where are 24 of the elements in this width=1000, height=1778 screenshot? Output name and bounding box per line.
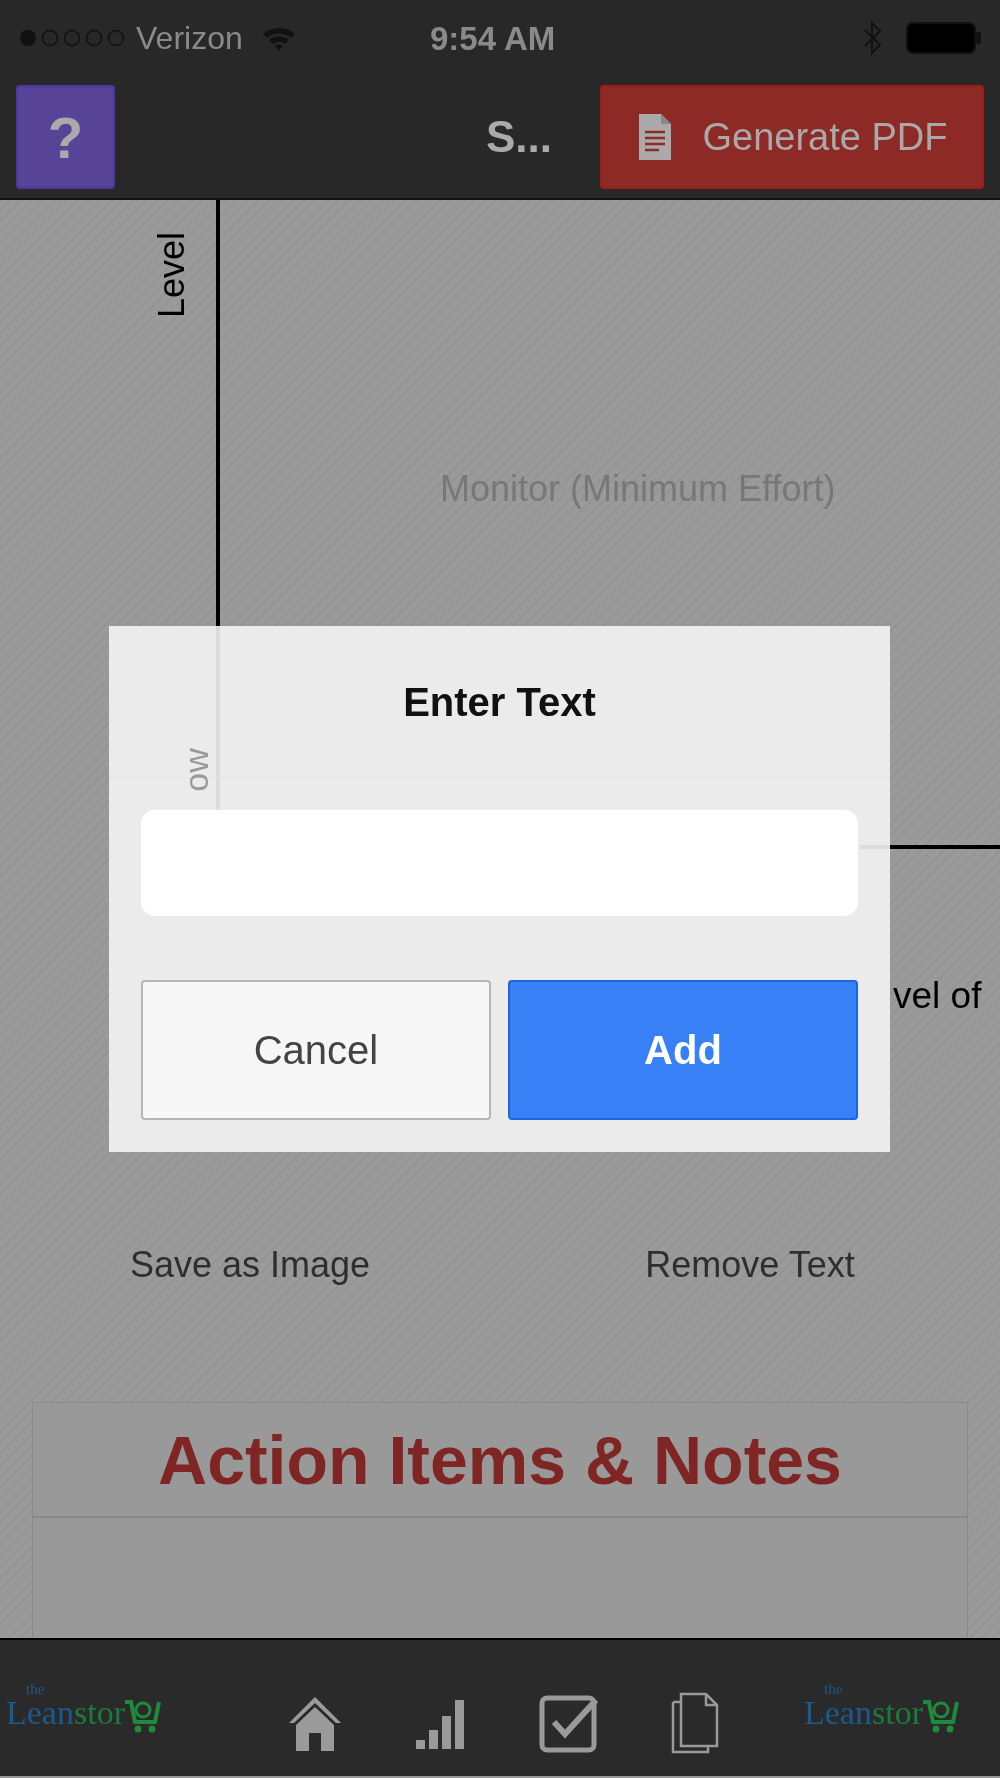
generate-pdf-button[interactable]: Generate PDF (600, 85, 984, 189)
logo-text: stor (73, 1696, 125, 1730)
action-link[interactable]: Remove Text (645, 1244, 855, 1285)
dialog-title: Enter Text (403, 678, 596, 726)
text-input-field[interactable] (141, 810, 858, 916)
add-button[interactable]: Add (508, 980, 858, 1120)
axis-label: vel of (893, 974, 982, 1018)
axis-label: ow (178, 747, 214, 794)
card-title: Action Items & Notes (158, 1420, 842, 1500)
battery-icon (906, 21, 982, 55)
logo-text: Lean (6, 1696, 74, 1730)
action-link[interactable]: Save as Image (129, 1244, 371, 1285)
page-title: S... (485, 111, 552, 163)
logo-text: stor (871, 1696, 923, 1730)
document-icon (636, 112, 673, 162)
help-button[interactable]: ? (16, 85, 115, 189)
cancel-button[interactable]: Cancel (141, 980, 491, 1120)
documents-icon[interactable] (670, 1692, 720, 1754)
logo-text: the (26, 1680, 45, 1699)
axis-label: Level (152, 230, 192, 321)
logo-text: the (824, 1680, 843, 1699)
carrier-name: Verizon (136, 19, 243, 58)
logo-text: Lean (804, 1696, 872, 1730)
clock-time: 9:54 AM (430, 19, 556, 59)
